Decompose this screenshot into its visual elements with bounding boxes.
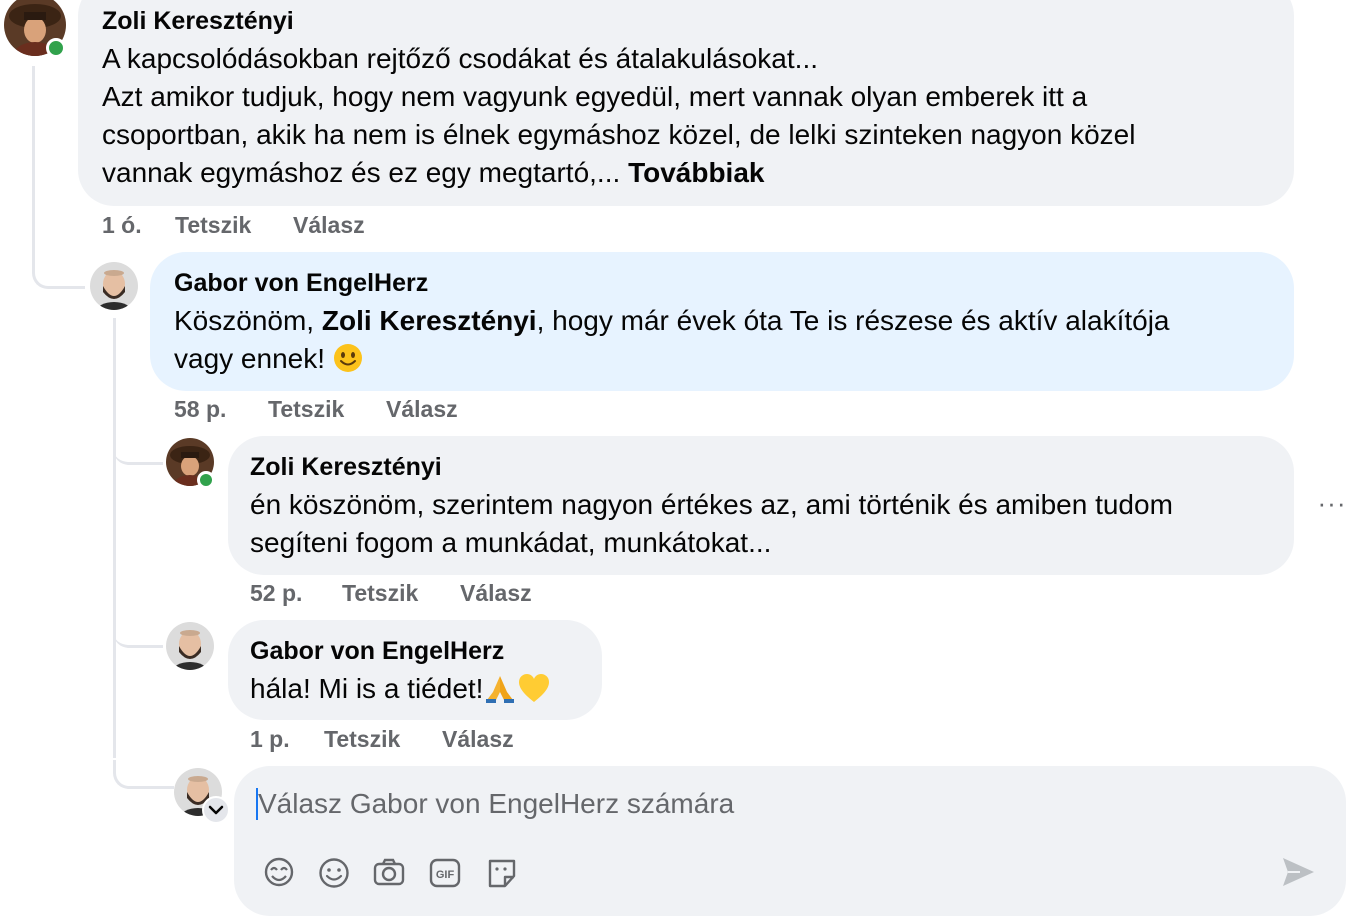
comment-text-line: Azt amikor tudjuk, hogy nem vagyunk egye… [102, 81, 1088, 112]
comment-text-fragment: vannak egymáshoz és ez egy megtartó,... [102, 157, 621, 188]
mention-link[interactable]: Zoli Keresztényi [322, 305, 537, 336]
comment-text-fragment: Köszönöm, [174, 305, 315, 336]
comment-text-line: Köszönöm, Zoli Keresztényi, hogy már éve… [174, 302, 1294, 340]
comment-text: hála! Mi is a tiédet! [250, 670, 602, 708]
emoji-icon[interactable] [317, 856, 351, 890]
profile-switch-chevron-icon[interactable] [202, 796, 230, 824]
comment-bubble-2: Gabor von EngelHerz Köszönöm, Zoli Keres… [150, 252, 1294, 391]
comment-author[interactable]: Zoli Keresztényi [102, 6, 1294, 36]
avatar-gabor-image [166, 622, 214, 670]
comment-text-line: vagy ennek! [174, 340, 1294, 378]
like-button[interactable]: Tetszik [175, 212, 251, 239]
comment-text-line: csoportban, akik ha nem is élnek egymásh… [102, 119, 1136, 150]
thread-connector-4 [113, 760, 174, 789]
like-button[interactable]: Tetszik [342, 580, 418, 607]
thread-connector-2 [113, 440, 163, 465]
more-options-button[interactable]: ··· [1316, 488, 1348, 518]
avatar-gabor[interactable] [90, 262, 138, 310]
online-status-indicator [46, 38, 66, 58]
online-status-indicator [197, 471, 215, 489]
comment-text-fragment: , hogy már évek óta Te is részese és akt… [536, 305, 1170, 336]
comment-text: A kapcsolódásokban rejtőző csodákat és á… [102, 40, 1294, 192]
svg-text:GIF: GIF [436, 869, 455, 881]
comment-timestamp: 52 p. [250, 580, 303, 606]
avatar-sticker-icon[interactable] [262, 856, 296, 890]
comment-text-line: vannak egymáshoz és ez egy megtartó,... … [102, 154, 1294, 192]
thread-vertical-line [113, 318, 116, 758]
comment-text-line: segíteni fogom a munkádat, munkátokat... [250, 527, 772, 558]
comment-text: Köszönöm, Zoli Keresztényi, hogy már éve… [174, 302, 1294, 378]
like-button[interactable]: Tetszik [324, 726, 400, 753]
smile-emoji-icon [333, 344, 362, 372]
comment-text-fragment: vagy ennek! [174, 343, 325, 374]
comment-text: én köszönöm, szerintem nagyon értékes az… [250, 486, 1294, 562]
comment-author[interactable]: Gabor von EngelHerz [174, 268, 1294, 298]
reply-input-field[interactable]: Válasz Gabor von EngelHerz számára [234, 766, 1346, 916]
gif-icon[interactable]: GIF [428, 856, 462, 890]
camera-icon[interactable] [372, 856, 406, 890]
comment-bubble-1: Zoli Keresztényi A kapcsolódásokban rejt… [78, 0, 1294, 206]
reply-button[interactable]: Válasz [293, 212, 365, 239]
folded-hands-emoji-icon [486, 676, 515, 703]
comment-text-line: A kapcsolódásokban rejtőző csodákat és á… [102, 43, 818, 74]
reply-input-placeholder: Válasz Gabor von EngelHerz számára [258, 788, 735, 819]
reply-button[interactable]: Válasz [460, 580, 532, 607]
comment-text-fragment: hála! Mi is a tiédet! [250, 673, 484, 704]
comment-author[interactable]: Zoli Keresztényi [250, 452, 1294, 482]
sticker-icon[interactable] [485, 856, 519, 890]
avatar-gabor-image [90, 262, 138, 310]
comment-timestamp: 1 p. [250, 726, 290, 752]
comment-text-line: én köszönöm, szerintem nagyon értékes az… [250, 489, 1173, 520]
send-icon[interactable] [1280, 854, 1316, 890]
reply-button[interactable]: Válasz [442, 726, 514, 753]
comment-bubble-3: Zoli Keresztényi én köszönöm, szerintem … [228, 436, 1294, 575]
comment-timestamp: 58 p. [174, 396, 227, 422]
yellow-heart-emoji-icon [519, 674, 550, 702]
comment-author[interactable]: Gabor von EngelHerz [250, 636, 602, 666]
like-button[interactable]: Tetszik [268, 396, 344, 423]
comment-bubble-4: Gabor von EngelHerz hála! Mi is a tiédet… [228, 620, 602, 720]
comment-timestamp: 1 ó. [102, 212, 142, 238]
thread-connector-3 [113, 620, 163, 648]
see-more-link[interactable]: Továbbiak [628, 157, 764, 188]
reply-button[interactable]: Válasz [386, 396, 458, 423]
avatar-gabor[interactable] [166, 622, 214, 670]
